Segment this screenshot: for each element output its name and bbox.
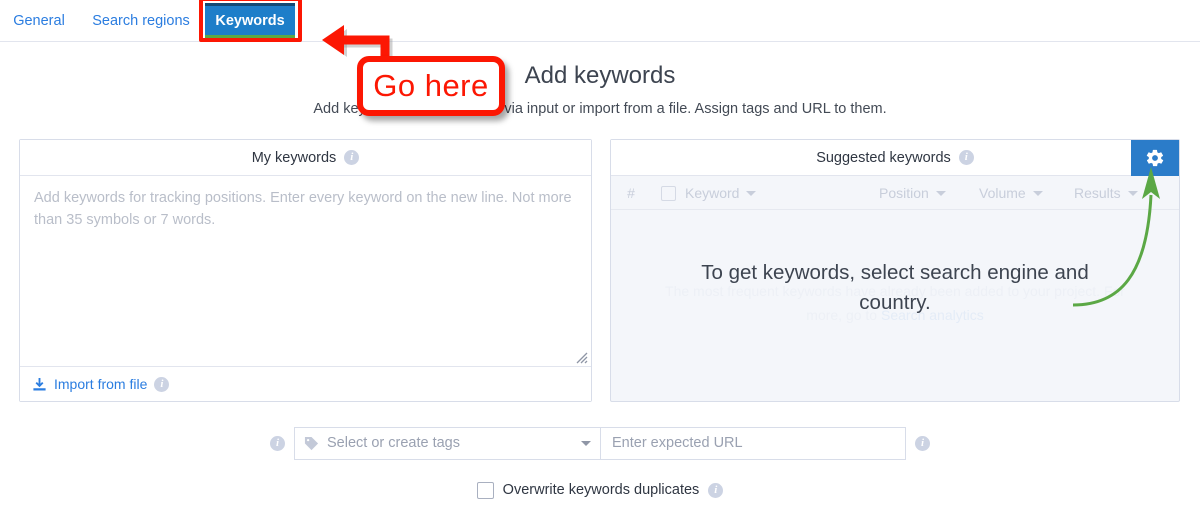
info-icon[interactable]: i — [915, 436, 930, 451]
tags-url-row: i Select or create tags i — [0, 426, 1200, 460]
tab-general[interactable]: General — [8, 0, 70, 41]
overwrite-duplicates-checkbox[interactable] — [477, 482, 494, 499]
column-header-results[interactable]: Results — [1074, 185, 1179, 201]
column-header-volume-label: Volume — [979, 185, 1026, 201]
suggested-keywords-empty-message: To get keywords, select search engine an… — [611, 258, 1179, 317]
expected-url-input[interactable] — [600, 427, 906, 460]
my-keywords-title: My keywords — [252, 150, 337, 166]
chevron-down-icon — [936, 191, 946, 196]
info-icon[interactable]: i — [959, 150, 974, 165]
info-icon[interactable]: i — [154, 377, 169, 392]
my-keywords-footer: Import from file i — [20, 366, 591, 401]
info-icon[interactable]: i — [344, 150, 359, 165]
select-all-checkbox[interactable] — [661, 186, 676, 201]
callout-label: Go here — [373, 68, 489, 104]
chevron-down-icon — [1128, 191, 1138, 196]
textarea-resize-grip[interactable] — [574, 350, 588, 364]
tab-keywords[interactable]: Keywords — [205, 3, 295, 38]
keywords-settings-page: General Search regions Keywords Go here … — [0, 0, 1200, 506]
column-header-volume[interactable]: Volume — [979, 185, 1074, 201]
suggested-keywords-header: Suggested keywords i — [611, 140, 1179, 176]
column-header-position[interactable]: Position — [879, 185, 979, 201]
column-header-results-label: Results — [1074, 185, 1121, 201]
tab-search-regions[interactable]: Search regions — [83, 0, 199, 41]
gear-icon — [1145, 148, 1165, 168]
page-title: Add keywords — [0, 62, 1200, 90]
column-header-select-all[interactable] — [651, 186, 685, 201]
download-icon — [32, 377, 47, 392]
suggested-keywords-table-header: # Keyword Position Volume Results — [611, 177, 1179, 210]
info-icon[interactable]: i — [708, 483, 723, 498]
my-keywords-header: My keywords i — [20, 140, 591, 176]
overwrite-duplicates-label: Overwrite keywords duplicates — [503, 482, 700, 498]
import-from-file-button[interactable]: Import from file — [32, 376, 147, 392]
chevron-down-icon[interactable] — [581, 441, 591, 446]
overwrite-duplicates-row: Overwrite keywords duplicates i — [0, 478, 1200, 502]
my-keywords-panel: My keywords i Import from file i — [19, 139, 592, 402]
go-here-callout: Go here — [357, 56, 505, 116]
suggested-keywords-settings-button[interactable] — [1131, 140, 1179, 176]
column-header-index: # — [611, 185, 651, 201]
chevron-down-icon — [746, 191, 756, 196]
chevron-down-icon — [1033, 191, 1043, 196]
import-from-file-label: Import from file — [54, 376, 147, 392]
column-header-position-label: Position — [879, 185, 929, 201]
keywords-input[interactable] — [20, 176, 591, 366]
tag-icon — [304, 436, 319, 451]
settings-tabbar: General Search regions Keywords — [0, 0, 1200, 42]
column-header-keyword[interactable]: Keyword — [685, 185, 879, 201]
column-header-keyword-label: Keyword — [685, 185, 739, 201]
info-icon[interactable]: i — [270, 436, 285, 451]
page-subtitle: Add keywords to your project via input o… — [0, 101, 1200, 117]
tags-select[interactable]: Select or create tags — [294, 427, 600, 460]
suggested-keywords-panel: Suggested keywords i # Keyword Position — [610, 139, 1180, 402]
tags-placeholder: Select or create tags — [327, 435, 573, 451]
suggested-keywords-title: Suggested keywords — [816, 150, 951, 166]
